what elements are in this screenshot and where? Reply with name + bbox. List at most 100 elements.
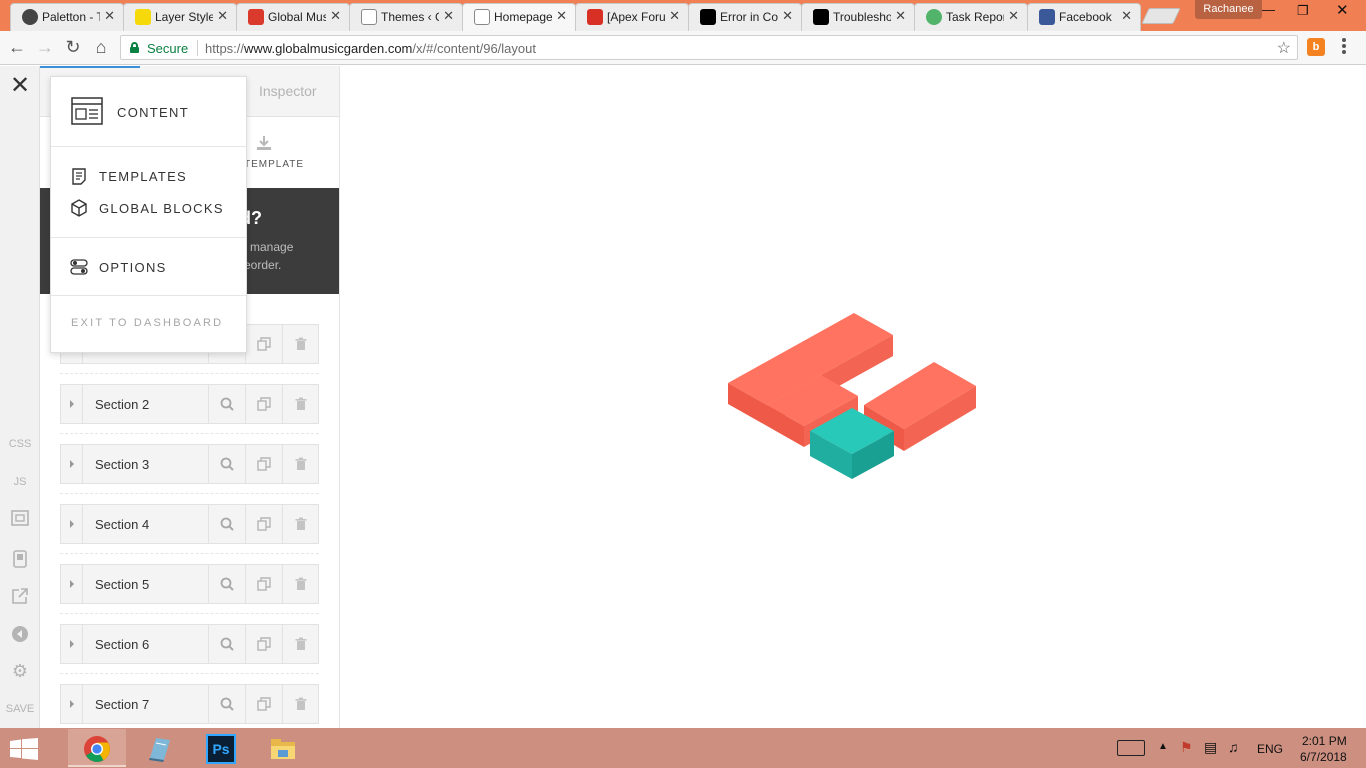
- browser-tab[interactable]: Task Report ✕: [914, 3, 1028, 31]
- taskbar-photoshop[interactable]: Ps: [192, 729, 250, 767]
- tab-close-icon[interactable]: ✕: [1008, 8, 1019, 24]
- section-duplicate-icon[interactable]: [245, 625, 282, 663]
- section-search-icon[interactable]: [208, 505, 245, 543]
- taskbar-chrome[interactable]: [68, 729, 126, 767]
- browser-tab[interactable]: Themes ‹ Gl ✕: [349, 3, 463, 31]
- browser-tab[interactable]: Paletton - T ✕: [10, 3, 124, 31]
- section-row[interactable]: Section 4: [60, 504, 319, 544]
- section-search-icon[interactable]: [208, 625, 245, 663]
- js-button[interactable]: JS: [0, 476, 40, 488]
- section-row[interactable]: Section 3: [60, 444, 319, 484]
- bookmark-star-icon[interactable]: ☆: [1277, 38, 1291, 58]
- section-delete-icon[interactable]: [282, 625, 319, 663]
- section-delete-icon[interactable]: [282, 685, 319, 723]
- media-icon[interactable]: [0, 510, 40, 529]
- language-indicator[interactable]: ENG: [1257, 742, 1283, 756]
- windows-start-icon[interactable]: [10, 738, 38, 760]
- expand-caret-icon[interactable]: [61, 685, 83, 723]
- address-bar[interactable]: Secure https://www.globalmusicgarden.com…: [120, 35, 1298, 60]
- section-duplicate-icon[interactable]: [245, 325, 282, 363]
- profile-badge[interactable]: Rachanee: [1195, 0, 1262, 19]
- section-delete-icon[interactable]: [282, 445, 319, 483]
- section-delete-icon[interactable]: [282, 565, 319, 603]
- settings-gear-icon[interactable]: ⚙: [0, 661, 40, 682]
- mobile-preview-icon[interactable]: [0, 550, 40, 571]
- section-search-icon[interactable]: [208, 685, 245, 723]
- section-delete-icon[interactable]: [282, 505, 319, 543]
- section-duplicate-icon[interactable]: [245, 385, 282, 423]
- section-duplicate-icon[interactable]: [245, 505, 282, 543]
- volume-icon[interactable]: ♫: [1228, 739, 1239, 755]
- external-link-icon[interactable]: [0, 587, 40, 608]
- section-row[interactable]: Section 6: [60, 624, 319, 664]
- section-delete-icon[interactable]: [282, 385, 319, 423]
- save-button[interactable]: SAVE: [0, 703, 40, 715]
- browser-tab[interactable]: Layer Styles ✕: [123, 3, 237, 31]
- forward-icon[interactable]: →: [35, 37, 55, 57]
- url-host: www.globalmusicgarden.com: [244, 41, 413, 56]
- expand-caret-icon[interactable]: [61, 625, 83, 663]
- keyboard-icon[interactable]: [1117, 740, 1145, 756]
- menu-item-templates[interactable]: TEMPLATES: [51, 162, 246, 192]
- close-editor-icon[interactable]: ✕: [0, 74, 40, 98]
- taskbar-file-explorer[interactable]: [254, 729, 312, 767]
- tab-close-icon[interactable]: ✕: [330, 8, 341, 24]
- section-row[interactable]: Section 2: [60, 384, 319, 424]
- tab-close-icon[interactable]: ✕: [443, 8, 454, 24]
- tab-close-icon[interactable]: ✕: [895, 8, 906, 24]
- expand-caret-icon[interactable]: [61, 505, 83, 543]
- menu-item-content[interactable]: CONTENT: [51, 77, 246, 146]
- url-text[interactable]: https://www.globalmusicgarden.com/x/#/co…: [205, 41, 536, 56]
- section-row[interactable]: Section 7: [60, 684, 319, 724]
- action-center-flag-icon[interactable]: ⚑: [1180, 739, 1193, 756]
- section-search-icon[interactable]: [208, 565, 245, 603]
- reload-icon[interactable]: ↻: [63, 37, 83, 57]
- new-tab-button[interactable]: [1141, 8, 1181, 24]
- window-close-icon[interactable]: ✕: [1336, 1, 1349, 19]
- back-icon[interactable]: ←: [7, 37, 27, 57]
- tab-close-icon[interactable]: ✕: [1121, 8, 1132, 24]
- taskbar-notepad[interactable]: [130, 729, 188, 767]
- save-template-button[interactable]: TEMPLATE: [244, 159, 304, 170]
- templates-icon: [72, 168, 86, 185]
- section-duplicate-icon[interactable]: [245, 445, 282, 483]
- section-row[interactable]: Section 5: [60, 564, 319, 604]
- section-search-icon[interactable]: [208, 385, 245, 423]
- facebook-icon: [1039, 9, 1055, 25]
- tab-close-icon[interactable]: ✕: [782, 8, 793, 24]
- browser-tab[interactable]: Facebook ✕: [1027, 3, 1141, 31]
- restore-icon[interactable]: ❐: [1297, 3, 1309, 19]
- expand-caret-icon[interactable]: [61, 565, 83, 603]
- browser-menu-icon[interactable]: [1341, 38, 1347, 56]
- exit-to-dashboard-link[interactable]: EXIT TO DASHBOARD: [71, 317, 223, 329]
- home-icon[interactable]: ⌂: [91, 37, 111, 57]
- tab-close-icon[interactable]: ✕: [556, 8, 567, 24]
- section-search-icon[interactable]: [208, 445, 245, 483]
- browser-tab[interactable]: Troubleshoot ✕: [801, 3, 915, 31]
- section-delete-icon[interactable]: [282, 325, 319, 363]
- clock-time[interactable]: 2:01 PM: [1302, 734, 1347, 748]
- extension-icon[interactable]: b: [1307, 38, 1325, 56]
- tab-close-icon[interactable]: ✕: [104, 8, 115, 24]
- tab-inspector[interactable]: Inspector: [259, 83, 317, 99]
- network-icon[interactable]: ▤: [1204, 739, 1217, 756]
- browser-tab[interactable]: Homepage ✕: [462, 3, 576, 31]
- tab-close-icon[interactable]: ✕: [217, 8, 228, 24]
- collapse-icon[interactable]: [0, 625, 40, 646]
- browser-tab[interactable]: Global Music ✕: [236, 3, 350, 31]
- css-button[interactable]: CSS: [0, 438, 40, 450]
- expand-caret-icon[interactable]: [61, 385, 83, 423]
- minimize-icon[interactable]: —: [1262, 2, 1275, 17]
- section-duplicate-icon[interactable]: [245, 565, 282, 603]
- tray-chevron-icon[interactable]: ▲: [1158, 741, 1168, 752]
- menu-item-options[interactable]: OPTIONS: [51, 253, 246, 283]
- clock-date[interactable]: 6/7/2018: [1300, 750, 1347, 764]
- download-icon[interactable]: [256, 135, 272, 151]
- browser-tab[interactable]: Error in Con ✕: [688, 3, 802, 31]
- section-duplicate-icon[interactable]: [245, 685, 282, 723]
- preview-canvas[interactable]: [341, 66, 1366, 728]
- browser-tab[interactable]: [Apex Forum ✕: [575, 3, 689, 31]
- menu-item-global-blocks[interactable]: GLOBAL BLOCKS: [51, 194, 246, 224]
- tab-close-icon[interactable]: ✕: [669, 8, 680, 24]
- expand-caret-icon[interactable]: [61, 445, 83, 483]
